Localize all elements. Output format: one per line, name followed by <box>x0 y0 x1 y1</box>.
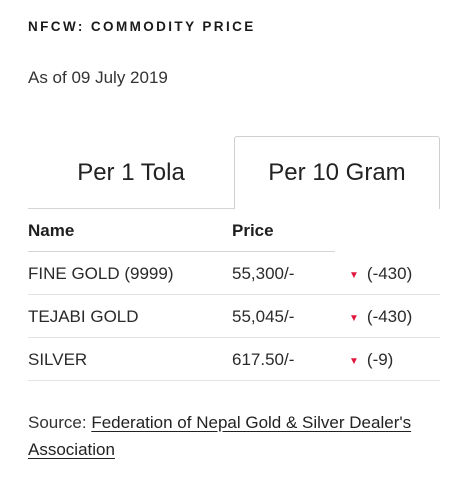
commodity-price: 55,045/- <box>232 307 295 326</box>
source-note: Source: Federation of Nepal Gold & Silve… <box>28 409 448 463</box>
commodity-price: 617.50/- <box>232 350 295 369</box>
commodity-name: FINE GOLD (9999) <box>28 264 174 283</box>
price-table: Name Price FINE GOLD (9999) 55,300/- ▼ (… <box>28 209 440 381</box>
price-change-value: (-430) <box>366 264 413 283</box>
commodity-name: SILVER <box>28 350 88 369</box>
column-header-price: Price <box>232 221 274 240</box>
price-change: ▼ (-430) <box>349 307 412 327</box>
price-change-value: (-430) <box>366 307 413 326</box>
commodity-name: TEJABI GOLD <box>28 307 139 326</box>
down-arrow-icon: ▼ <box>349 312 359 324</box>
as-of-date: As of 09 July 2019 <box>28 68 168 87</box>
table-row: FINE GOLD (9999) 55,300/- ▼ (-430) <box>28 252 440 295</box>
unit-tabs: Per 1 Tola Per 10 Gram <box>28 136 440 209</box>
table-header-row: Name Price <box>28 209 440 252</box>
down-arrow-icon: ▼ <box>349 269 359 281</box>
down-arrow-icon: ▼ <box>349 355 359 367</box>
table-row: SILVER 617.50/- ▼ (-9) <box>28 338 440 381</box>
commodity-price: 55,300/- <box>232 264 295 283</box>
table-row: TEJABI GOLD 55,045/- ▼ (-430) <box>28 295 440 338</box>
price-change: ▼ (-430) <box>349 264 412 284</box>
widget-title: NFCW: COMMODITY PRICE <box>28 19 256 34</box>
price-change-value: (-9) <box>366 350 394 369</box>
tab-per-10-gram[interactable]: Per 10 Gram <box>234 136 440 209</box>
price-change: ▼ (-9) <box>349 350 393 370</box>
column-header-name: Name <box>28 221 75 240</box>
tab-per-1-tola[interactable]: Per 1 Tola <box>28 138 234 209</box>
source-prefix: Source: <box>28 413 92 432</box>
